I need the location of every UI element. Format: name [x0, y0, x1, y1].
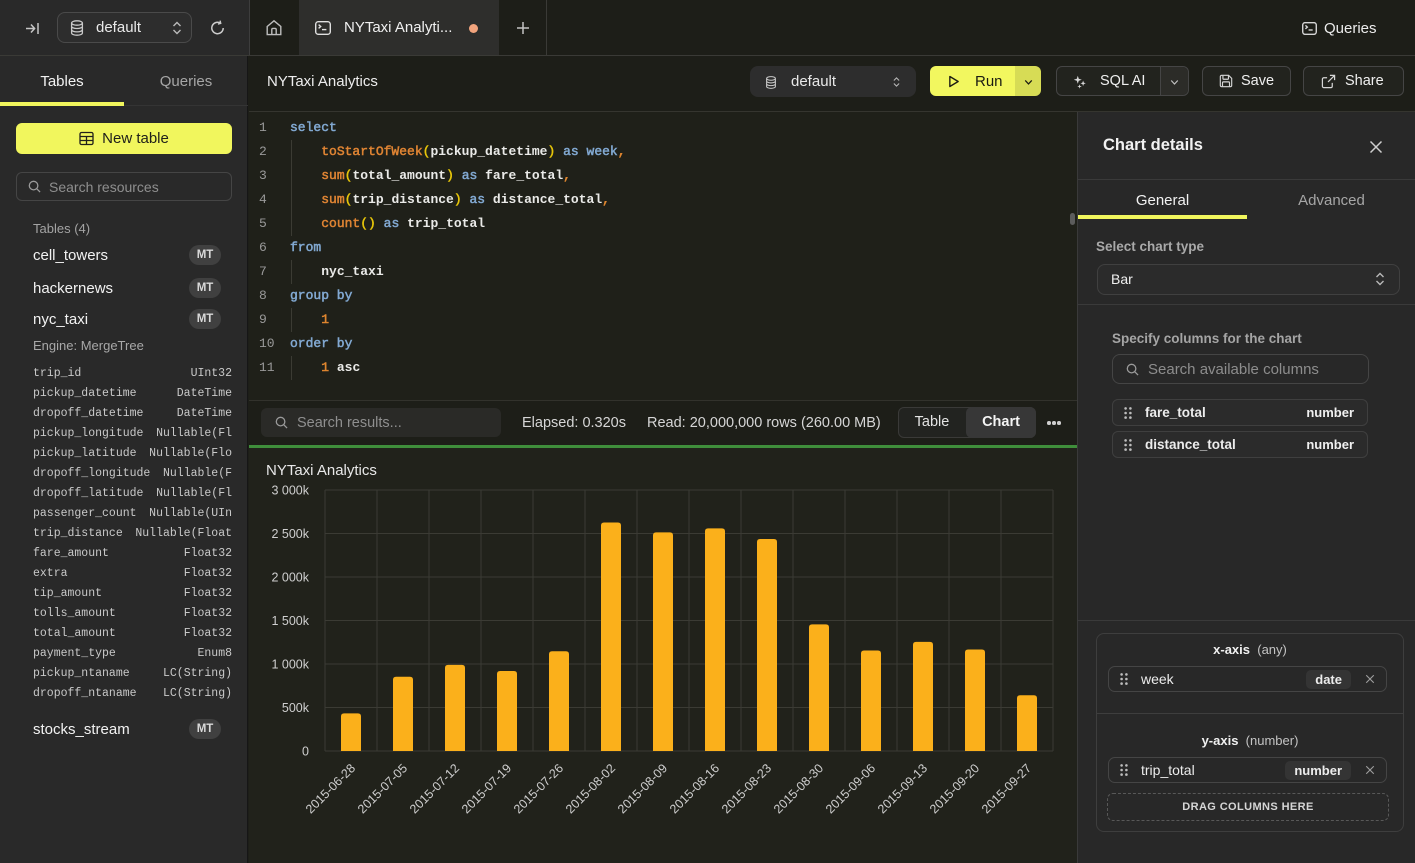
svg-text:2015-08-16: 2015-08-16 [667, 761, 722, 816]
svg-text:2015-09-06: 2015-09-06 [823, 761, 878, 816]
svg-text:2015-07-12: 2015-07-12 [407, 761, 462, 816]
svg-text:3 000k: 3 000k [271, 484, 309, 498]
svg-text:2015-08-30: 2015-08-30 [771, 761, 826, 816]
svg-text:2015-09-13: 2015-09-13 [875, 761, 930, 816]
svg-text:1 500k: 1 500k [271, 614, 309, 628]
svg-text:2015-06-28: 2015-06-28 [303, 761, 358, 816]
svg-text:0: 0 [302, 745, 309, 759]
svg-text:2015-07-26: 2015-07-26 [511, 761, 566, 816]
svg-text:500k: 500k [282, 701, 310, 715]
svg-text:2015-09-20: 2015-09-20 [927, 761, 982, 816]
svg-text:2015-08-09: 2015-08-09 [615, 761, 670, 816]
svg-text:2 000k: 2 000k [271, 571, 309, 585]
svg-text:2015-08-02: 2015-08-02 [563, 761, 618, 816]
svg-text:2015-07-19: 2015-07-19 [459, 761, 514, 816]
svg-text:NYTaxi Analytics: NYTaxi Analytics [266, 462, 377, 479]
svg-text:1 000k: 1 000k [271, 658, 309, 672]
svg-text:2 500k: 2 500k [271, 527, 309, 541]
svg-text:2015-08-23: 2015-08-23 [719, 761, 774, 816]
svg-text:2015-09-27: 2015-09-27 [979, 761, 1034, 816]
svg-text:2015-07-05: 2015-07-05 [355, 761, 410, 816]
